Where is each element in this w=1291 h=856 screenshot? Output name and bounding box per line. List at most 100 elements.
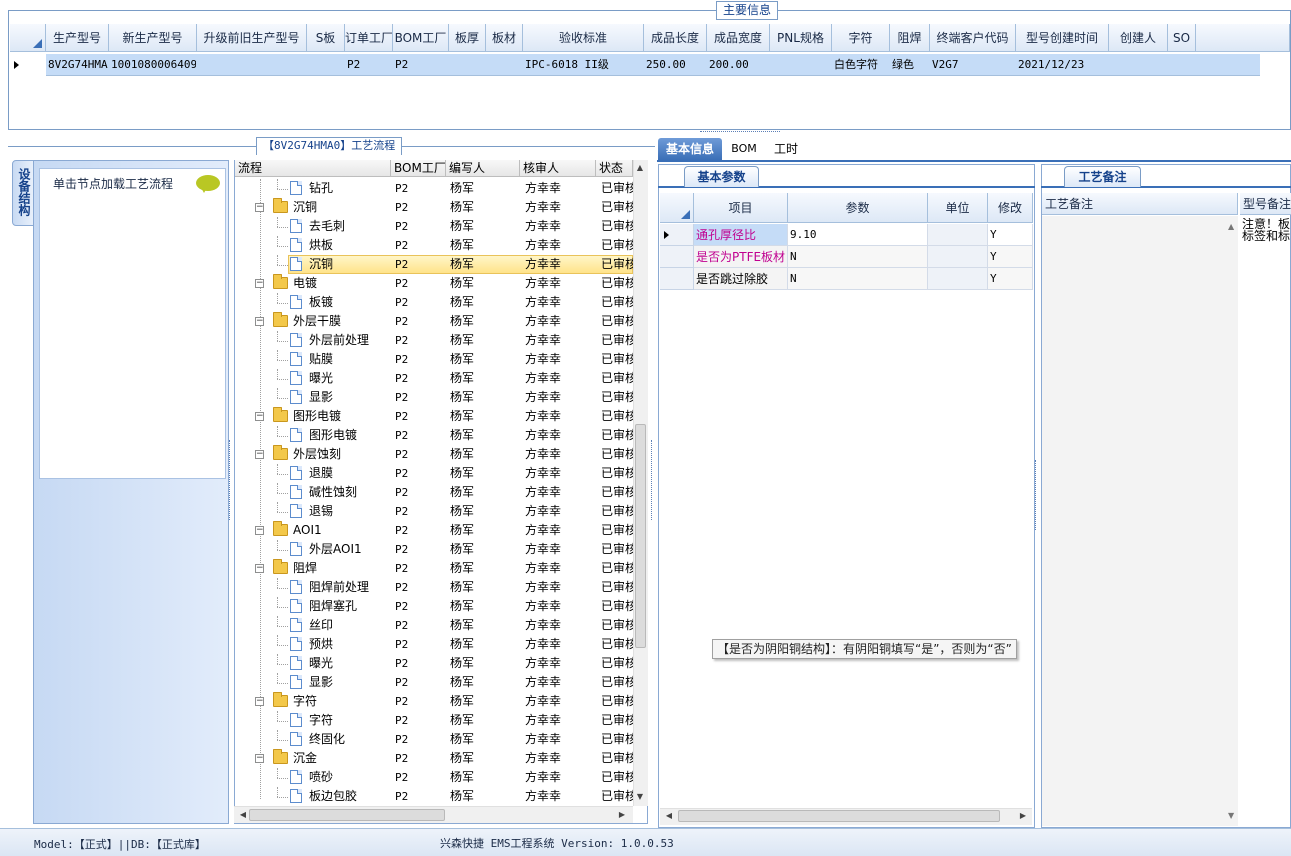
col-header-8[interactable]: 验收标准: [523, 24, 644, 52]
main-cell-8[interactable]: IPC-6018 II级: [525, 55, 643, 75]
params-cell-value[interactable]: N: [788, 246, 928, 268]
tree-row[interactable]: − 外层干膜 P2 杨军 方幸幸 已审核: [235, 312, 633, 331]
notes-splitter[interactable]: [1035, 460, 1039, 530]
tree-row[interactable]: 字符 P2 杨军 方幸幸 已审核: [235, 711, 633, 730]
tree-col-header-2[interactable]: 编写人: [446, 160, 520, 177]
col-header-11[interactable]: PNL规格: [770, 24, 832, 52]
params-col-header-1[interactable]: 参数: [788, 193, 928, 223]
main-cell-5[interactable]: P2: [395, 55, 448, 75]
params-cell-item[interactable]: 是否为PTFE板材: [694, 246, 788, 268]
notes-scroll-up-icon[interactable]: ▲: [1228, 222, 1234, 231]
col-header-9[interactable]: 成品长度: [644, 24, 707, 52]
tree-col-header-4[interactable]: 状态: [596, 160, 633, 177]
tree-row[interactable]: 阻焊塞孔 P2 杨军 方幸幸 已审核: [235, 597, 633, 616]
tree-row[interactable]: 喷砂 P2 杨军 方幸幸 已审核: [235, 768, 633, 787]
col-header-6[interactable]: 板厚: [449, 24, 486, 52]
collapse-toggle-icon[interactable]: −: [255, 317, 264, 326]
tree-row[interactable]: − 沉铜 P2 杨军 方幸幸 已审核: [235, 198, 633, 217]
main-cell-12[interactable]: 白色字符: [834, 55, 889, 75]
params-scroll-right-icon[interactable]: ▶: [1016, 809, 1030, 823]
tree-row[interactable]: 去毛刺 P2 杨军 方幸幸 已审核: [235, 217, 633, 236]
main-cell-13[interactable]: 绿色: [892, 55, 929, 75]
tree-col-header-0[interactable]: 流程: [235, 160, 391, 177]
tree-row[interactable]: 沉铜 P2 杨军 方幸幸 已审核: [235, 255, 633, 274]
main-cell-14[interactable]: V2G7: [932, 55, 1015, 75]
tree-row[interactable]: 钻孔 P2 杨军 方幸幸 已审核: [235, 179, 633, 198]
params-cell-unit[interactable]: [928, 246, 988, 268]
tree-row[interactable]: − 图形电镀 P2 杨军 方幸幸 已审核: [235, 407, 633, 426]
tree-row[interactable]: 曝光 P2 杨军 方幸幸 已审核: [235, 369, 633, 388]
tree-row[interactable]: 显影 P2 杨军 方幸幸 已审核: [235, 673, 633, 692]
params-cell-value[interactable]: N: [788, 268, 928, 290]
tree-row[interactable]: − 阻焊 P2 杨军 方幸幸 已审核: [235, 559, 633, 578]
tree-row[interactable]: 退膜 P2 杨军 方幸幸 已审核: [235, 464, 633, 483]
tree-row[interactable]: 烘板 P2 杨军 方幸幸 已审核: [235, 236, 633, 255]
tree-row[interactable]: − AOI1 P2 杨军 方幸幸 已审核: [235, 521, 633, 540]
main-cell-1[interactable]: 10010800064091: [111, 55, 196, 75]
params-cell-unit[interactable]: [928, 224, 988, 246]
main-cell-2[interactable]: [199, 55, 306, 75]
tree-row[interactable]: 曝光 P2 杨军 方幸幸 已审核: [235, 654, 633, 673]
col-header-14[interactable]: 终端客户代码: [930, 24, 1016, 52]
col-header-16[interactable]: 创建人: [1109, 24, 1168, 52]
params-cell-value[interactable]: 9.10: [788, 224, 928, 246]
main-cell-17[interactable]: [1170, 55, 1195, 75]
params-row-header[interactable]: [660, 268, 694, 290]
tree-row[interactable]: − 字符 P2 杨军 方幸幸 已审核: [235, 692, 633, 711]
col-header-12[interactable]: 字符: [832, 24, 890, 52]
params-col-header-3[interactable]: 修改: [988, 193, 1033, 223]
collapse-toggle-icon[interactable]: −: [255, 526, 264, 535]
scroll-left-icon[interactable]: ◀: [236, 808, 250, 822]
tree-row[interactable]: 图形电镀 P2 杨军 方幸幸 已审核: [235, 426, 633, 445]
col-header-0[interactable]: 生产型号: [46, 24, 109, 52]
main-cell-9[interactable]: 250.00: [646, 55, 706, 75]
notes-scroll-down-icon[interactable]: ▼: [1228, 811, 1234, 820]
tree-row[interactable]: 外层AOI1 P2 杨军 方幸幸 已审核: [235, 540, 633, 559]
main-cell-7[interactable]: [488, 55, 522, 75]
main-cell-4[interactable]: P2: [347, 55, 392, 75]
col-header-4[interactable]: 订单工厂: [345, 24, 393, 52]
col-header-7[interactable]: 板材: [486, 24, 523, 52]
collapse-toggle-icon[interactable]: −: [255, 279, 264, 288]
col-header-15[interactable]: 型号创建时间: [1016, 24, 1109, 52]
collapse-toggle-icon[interactable]: −: [255, 754, 264, 763]
scroll-down-icon[interactable]: ▼: [633, 790, 647, 804]
main-cell-0[interactable]: 8V2G74HMA0: [48, 55, 108, 75]
scroll-up-icon[interactable]: ▲: [633, 161, 647, 175]
scroll-right-icon[interactable]: ▶: [615, 808, 629, 822]
params-row-header[interactable]: [660, 246, 694, 268]
tree-col-header-3[interactable]: 核审人: [520, 160, 596, 177]
tree-row[interactable]: − 沉金 P2 杨军 方幸幸 已审核: [235, 749, 633, 768]
main-cell-10[interactable]: 200.00: [709, 55, 769, 75]
notes-scrollbar[interactable]: [1226, 216, 1238, 826]
tab-work-hours[interactable]: 工时: [766, 138, 806, 160]
tree-row[interactable]: 板镀 P2 杨军 方幸幸 已审核: [235, 293, 633, 312]
col-header-3[interactable]: S板: [307, 24, 345, 52]
tree-row[interactable]: − 外层蚀刻 P2 杨军 方幸幸 已审核: [235, 445, 633, 464]
tree-row[interactable]: 预烘 P2 杨军 方幸幸 已审核: [235, 635, 633, 654]
tree-row[interactable]: 外层前处理 P2 杨军 方幸幸 已审核: [235, 331, 633, 350]
tree-vscroll-thumb[interactable]: [635, 424, 646, 648]
tab-basic-info[interactable]: 基本信息: [658, 138, 722, 160]
params-hscroll-thumb[interactable]: [678, 810, 1000, 822]
collapse-toggle-icon[interactable]: −: [255, 203, 264, 212]
params-cell-modify[interactable]: Y: [988, 246, 1033, 268]
sidebar-splitter[interactable]: [229, 440, 233, 520]
main-cell-11[interactable]: [772, 55, 831, 75]
main-cell-3[interactable]: [309, 55, 344, 75]
params-col-header-0[interactable]: 项目: [694, 193, 788, 223]
col-header-1[interactable]: 新生产型号: [109, 24, 197, 52]
tree-row[interactable]: 贴膜 P2 杨军 方幸幸 已审核: [235, 350, 633, 369]
collapse-toggle-icon[interactable]: −: [255, 564, 264, 573]
col-header-5[interactable]: BOM工厂: [393, 24, 449, 52]
params-scroll-left-icon[interactable]: ◀: [662, 809, 676, 823]
col-header-17[interactable]: SO: [1168, 24, 1196, 52]
tree-row[interactable]: 终固化 P2 杨军 方幸幸 已审核: [235, 730, 633, 749]
tab-bom[interactable]: BOM: [726, 138, 762, 160]
params-cell-modify[interactable]: Y: [988, 268, 1033, 290]
main-cell-6[interactable]: [451, 55, 485, 75]
params-col-header-2[interactable]: 单位: [928, 193, 988, 223]
main-cell-16[interactable]: [1111, 55, 1167, 75]
params-cell-item[interactable]: 通孔厚径比: [694, 224, 788, 246]
tree-row[interactable]: 丝印 P2 杨军 方幸幸 已审核: [235, 616, 633, 635]
